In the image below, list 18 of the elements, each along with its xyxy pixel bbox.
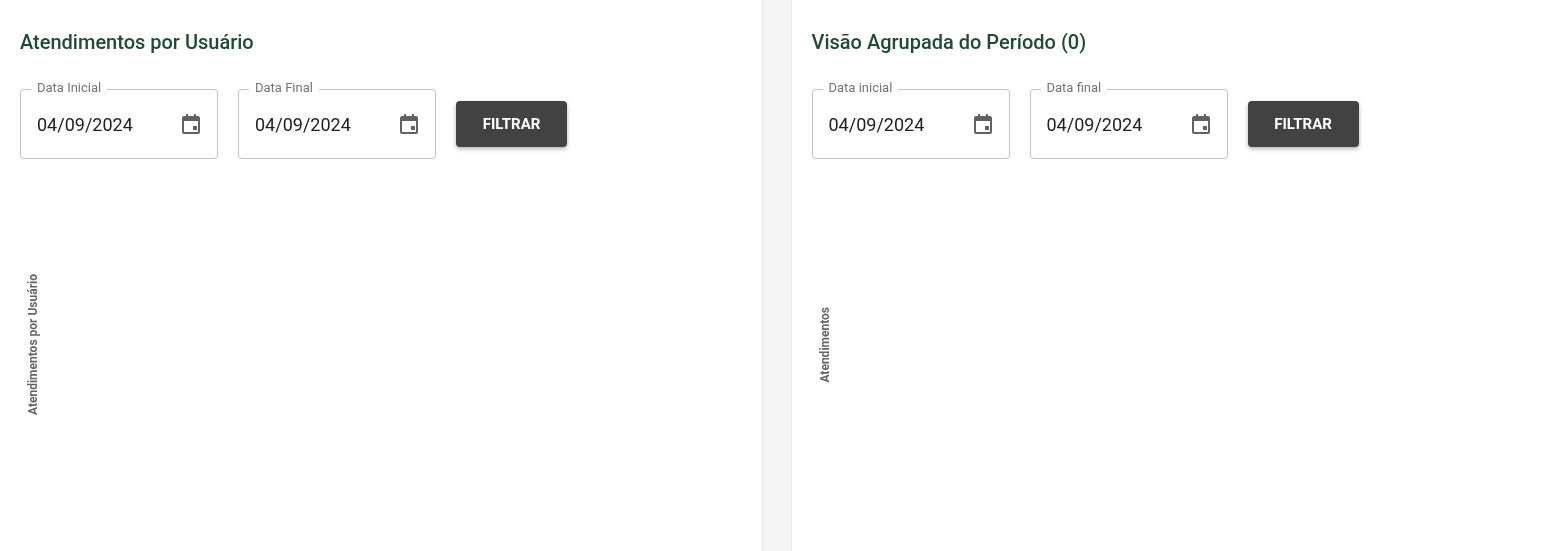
calendar-icon[interactable] — [400, 114, 418, 134]
date-field[interactable]: Data Final 04/09/2024 — [238, 80, 436, 159]
axis-label: Atendimentos por Usuário — [26, 274, 40, 416]
calendar-icon[interactable] — [973, 114, 992, 134]
field-value: 04/09/2024 — [37, 113, 133, 135]
date-field[interactable]: Data Inicial 04/09/2024 — [20, 80, 218, 159]
calendar-icon[interactable] — [182, 114, 200, 134]
filter-button[interactable]: FILTRAR — [456, 101, 567, 147]
date-field[interactable]: Data final 04/09/2024 — [1029, 80, 1228, 159]
calendar-icon[interactable] — [1191, 114, 1210, 134]
panel-title: Visão Agrupada do Período (0) — [811, 29, 1088, 56]
field-value: 04/09/2024 — [1046, 113, 1143, 135]
panel-title: Atendimentos por Usuário — [20, 29, 255, 56]
filter-button[interactable]: FILTRAR — [1247, 101, 1359, 147]
axis-label: Atendimentos — [817, 307, 832, 383]
date-field[interactable]: Data inicial 04/09/2024 — [811, 80, 1010, 159]
field-value: 04/09/2024 — [828, 113, 925, 135]
field-value: 04/09/2024 — [255, 113, 351, 135]
